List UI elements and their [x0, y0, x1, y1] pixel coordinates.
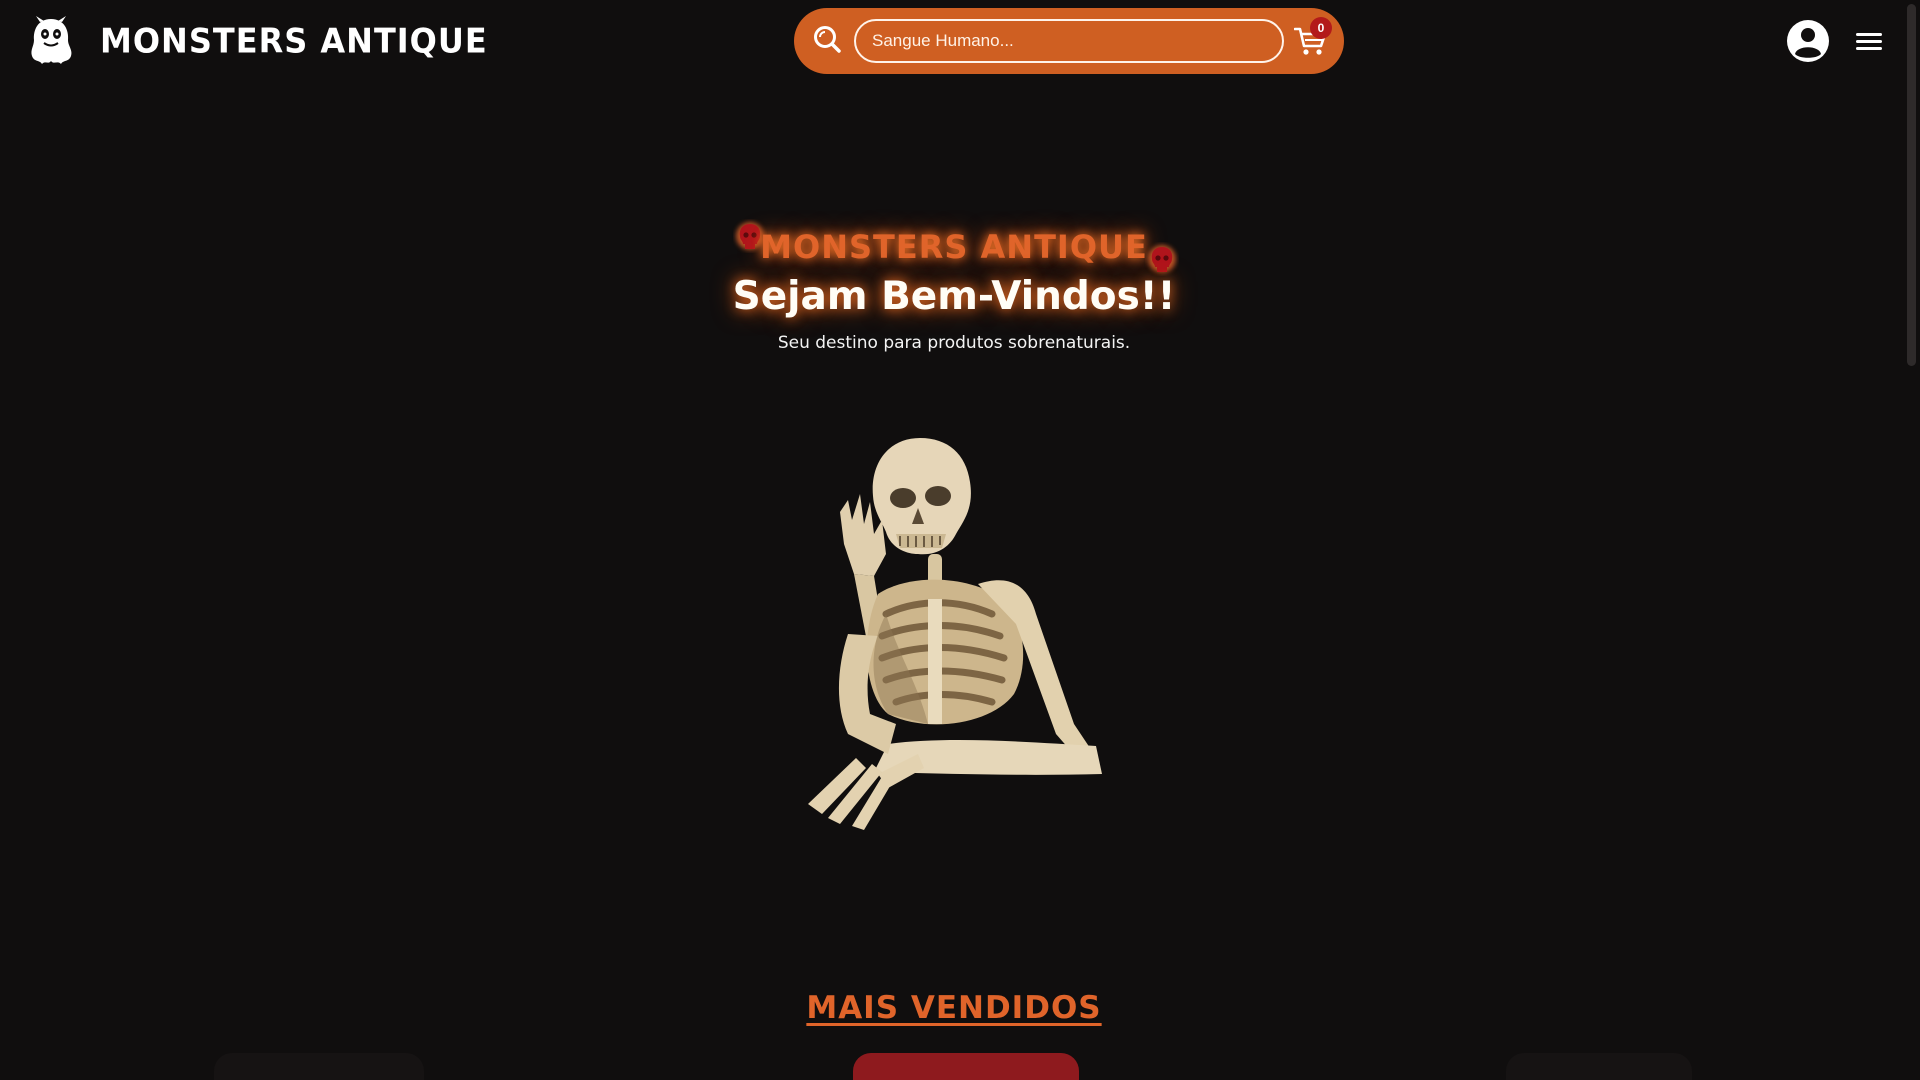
page: MONSTERS ANTIQUE 0: [0, 0, 1920, 1080]
search-input[interactable]: [854, 19, 1284, 63]
cart-count-badge: 0: [1310, 17, 1332, 39]
hero-title: Sejam Bem-Vindos!!: [732, 274, 1176, 319]
product-card[interactable]: [214, 1053, 424, 1080]
hero-brand: MONSTERS ANTIQUE: [760, 228, 1148, 266]
search-bar: 0: [794, 8, 1344, 74]
brand[interactable]: MONSTERS ANTIQUE: [28, 14, 488, 68]
scrollbar[interactable]: [1902, 0, 1920, 1080]
product-card[interactable]: [853, 1053, 1079, 1080]
best-sellers-title[interactable]: MAIS VENDIDOS: [0, 990, 1908, 1026]
product-card[interactable]: [1506, 1053, 1692, 1080]
hero-subtitle: Seu destino para produtos sobrenaturais.: [777, 333, 1131, 353]
ghost-logo-icon: [28, 16, 74, 66]
search-icon[interactable]: [812, 24, 842, 58]
skeleton-image: [778, 424, 1138, 838]
brand-name: MONSTERS ANTIQUE: [100, 21, 488, 61]
user-icon[interactable]: [1786, 19, 1830, 67]
menu-icon[interactable]: [1856, 31, 1882, 57]
scrollbar-thumb[interactable]: [1907, 4, 1916, 366]
